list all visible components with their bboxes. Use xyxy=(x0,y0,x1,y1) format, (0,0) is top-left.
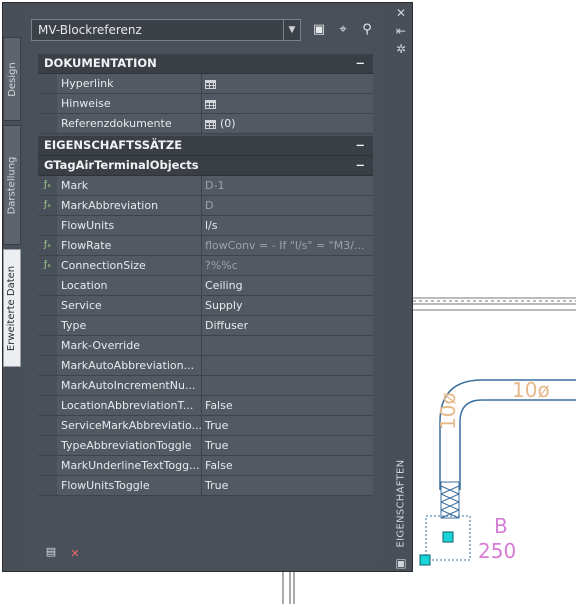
autohide-icon[interactable]: ⇤ xyxy=(393,23,409,39)
property-row[interactable]: Hyperlink xyxy=(38,74,373,94)
delete-icon[interactable]: ✕ xyxy=(67,547,83,561)
property-value[interactable]: D xyxy=(202,196,373,215)
property-name: Mark xyxy=(57,176,202,195)
property-row[interactable]: TypeAbbreviationToggle True xyxy=(38,436,373,456)
formula-icon: ƒₓ xyxy=(38,176,57,195)
property-row[interactable]: MarkAutoAbbreviation... xyxy=(38,356,373,376)
property-value[interactable]: D-1 xyxy=(202,176,373,195)
duct-size-label-v: 10ø xyxy=(436,392,460,430)
property-name: FlowRate xyxy=(57,236,202,255)
property-name: FlowUnits xyxy=(57,216,202,235)
table-icon[interactable] xyxy=(205,99,216,109)
property-row[interactable]: FlowUnitsToggle True xyxy=(38,476,373,496)
section-eigenschaftssaetze[interactable]: EIGENSCHAFTSSÄTZE − xyxy=(38,136,373,156)
palette-tabs: Design Darstellung Erweiterte Daten xyxy=(3,3,21,571)
chevron-down-icon[interactable]: ▼ xyxy=(283,20,300,40)
property-name: MarkAbbreviation xyxy=(57,196,202,215)
grip-center[interactable] xyxy=(442,531,454,543)
import-icon[interactable]: ▤ xyxy=(43,545,59,559)
tab-darstellung[interactable]: Darstellung xyxy=(3,125,21,245)
property-value[interactable]: False xyxy=(202,456,373,475)
palette-title: EIGENSCHAFTEN xyxy=(395,459,407,547)
property-row[interactable]: LocationAbbreviationT... False xyxy=(38,396,373,416)
properties-icon[interactable]: ▣ xyxy=(393,555,409,571)
object-type-dropdown[interactable]: MV-Blockreferenz ▼ xyxy=(31,19,301,41)
property-value[interactable]: ?%%c xyxy=(202,256,373,275)
collapse-icon[interactable]: − xyxy=(355,156,365,175)
property-name: ConnectionSize xyxy=(57,256,202,275)
dropdown-value: MV-Blockreferenz xyxy=(38,23,142,37)
formula-icon: ƒₓ xyxy=(38,196,57,215)
tab-erweiterte-daten[interactable]: Erweiterte Daten xyxy=(3,249,21,367)
property-row[interactable]: FlowUnits l/s xyxy=(38,216,373,236)
property-value[interactable]: True xyxy=(202,476,373,495)
property-row[interactable]: Location Ceiling xyxy=(38,276,373,296)
property-row[interactable]: Hinweise xyxy=(38,94,373,114)
properties-palette: Design Darstellung Erweiterte Daten MV-B… xyxy=(2,2,413,572)
palette-titlebar: ✕ ⇤ ✲ EIGENSCHAFTEN ▣ xyxy=(390,3,412,571)
quick-select-icon[interactable]: ⚲ xyxy=(357,21,377,39)
gtag-rows: ƒₓ Mark D-1 ƒₓ MarkAbbreviation D FlowUnits l/s… xyxy=(38,176,373,496)
property-row[interactable]: Type Diffuser xyxy=(38,316,373,336)
property-grid: DOKUMENTATION − Hyperlink Hinweise Refer… xyxy=(38,54,373,496)
property-name: FlowUnitsToggle xyxy=(57,476,202,495)
property-name: Type xyxy=(57,316,202,335)
property-value[interactable]: False xyxy=(202,396,373,415)
property-value[interactable] xyxy=(202,376,373,395)
duct-elbow xyxy=(439,379,576,490)
tag-number: 250 xyxy=(478,539,517,563)
property-row[interactable]: Mark-Override xyxy=(38,336,373,356)
property-value[interactable]: Supply xyxy=(202,296,373,315)
property-name: MarkAutoIncrementNu... xyxy=(57,376,202,395)
section-dokumentation[interactable]: DOKUMENTATION − xyxy=(38,54,373,74)
add-block-icon[interactable]: ▣ xyxy=(309,21,329,39)
property-value[interactable]: l/s xyxy=(202,216,373,235)
hatched-wall-line xyxy=(413,297,576,311)
property-name: Location xyxy=(57,276,202,295)
section-gtag[interactable]: GTagAirTerminalObjects − xyxy=(38,156,373,176)
property-value[interactable]: flowConv = - If "l/s" = "M3/... xyxy=(202,236,373,255)
property-value[interactable]: True xyxy=(202,436,373,455)
duct-size-label-h: 10ø xyxy=(512,378,550,402)
property-name: MarkUnderlineTextTogg... xyxy=(57,456,202,475)
table-icon[interactable] xyxy=(205,79,216,89)
table-icon[interactable] xyxy=(205,119,216,129)
close-icon[interactable]: ✕ xyxy=(393,5,409,21)
property-name: Mark-Override xyxy=(57,336,202,355)
formula-icon: ƒₓ xyxy=(38,256,57,275)
settings-icon[interactable]: ✲ xyxy=(393,41,409,57)
property-value[interactable]: True xyxy=(202,416,373,435)
property-value[interactable] xyxy=(202,336,373,355)
property-name: LocationAbbreviationT... xyxy=(57,396,202,415)
property-name: MarkAutoAbbreviation... xyxy=(57,356,202,375)
collapse-icon[interactable]: − xyxy=(355,136,365,155)
collapse-icon[interactable]: − xyxy=(355,54,365,73)
property-row[interactable]: ƒₓ FlowRate flowConv = - If "l/s" = "M3/..… xyxy=(38,236,373,256)
property-row[interactable]: Referenzdokumente (0) xyxy=(38,114,373,134)
property-row[interactable]: MarkUnderlineTextTogg... False xyxy=(38,456,373,476)
tab-design[interactable]: Design xyxy=(3,37,21,121)
property-value[interactable]: Ceiling xyxy=(202,276,373,295)
property-value[interactable]: Diffuser xyxy=(202,316,373,335)
property-name: TypeAbbreviationToggle xyxy=(57,436,202,455)
property-row[interactable]: ServiceMarkAbbreviatio... True xyxy=(38,416,373,436)
property-name: ServiceMarkAbbreviatio... xyxy=(57,416,202,435)
tag-letter: B xyxy=(494,514,508,538)
grip-corner[interactable] xyxy=(419,554,431,566)
flex-duct xyxy=(440,481,460,519)
select-objects-icon[interactable]: ⌖ xyxy=(333,21,353,39)
property-value[interactable] xyxy=(202,356,373,375)
property-row[interactable]: ƒₓ Mark D-1 xyxy=(38,176,373,196)
properties-content: MV-Blockreferenz ▼ ▣ ⌖ ⚲ DOKUMENTATION −… xyxy=(25,11,379,563)
property-row[interactable]: ƒₓ ConnectionSize ?%%c xyxy=(38,256,373,276)
property-row[interactable]: Service Supply xyxy=(38,296,373,316)
formula-icon: ƒₓ xyxy=(38,236,57,255)
property-row[interactable]: MarkAutoIncrementNu... xyxy=(38,376,373,396)
vertical-pipe xyxy=(282,572,295,604)
property-row[interactable]: ƒₓ MarkAbbreviation D xyxy=(38,196,373,216)
property-name: Service xyxy=(57,296,202,315)
